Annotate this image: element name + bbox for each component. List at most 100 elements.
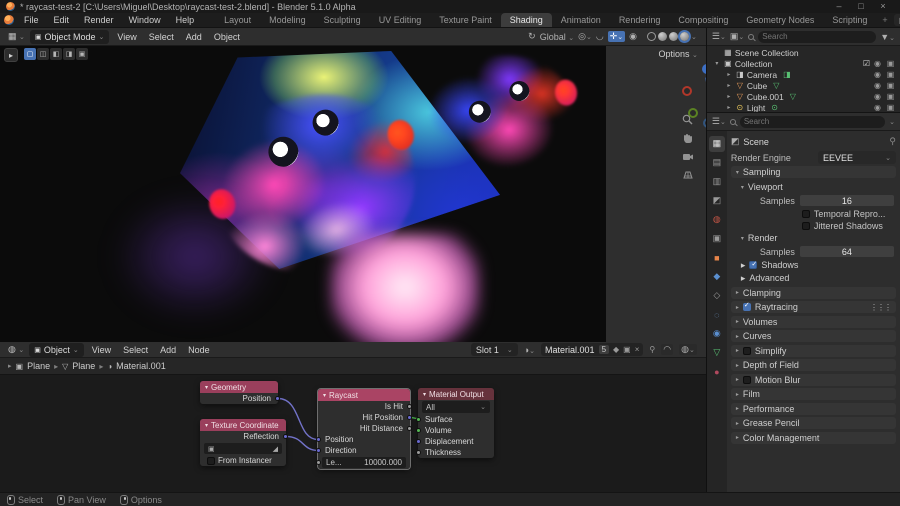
outliner-row[interactable]: Cube.001 ☑ ◉ ▣: [707, 91, 900, 102]
panel-checkbox[interactable]: [743, 376, 751, 384]
workspace-tab[interactable]: Animation: [552, 13, 610, 27]
transform-orientation-icon[interactable]: ↻: [528, 31, 536, 42]
breadcrumb-mesh[interactable]: Plane: [72, 361, 95, 371]
gizmo-z-plus[interactable]: [702, 64, 706, 74]
viewport-subpanel-header[interactable]: ▾Viewport: [731, 181, 896, 194]
properties-tab[interactable]: [709, 250, 725, 266]
viewport-menu-item[interactable]: Add: [180, 32, 208, 42]
properties-editor-icon[interactable]: ☰⌄: [712, 116, 726, 127]
expand-caret-icon[interactable]: [725, 71, 733, 78]
properties-panel[interactable]: ▸ Film ⋮⋮⋮: [731, 388, 896, 400]
properties-tab[interactable]: [709, 288, 725, 304]
material-slot-dropdown[interactable]: Slot 1⌄: [471, 343, 518, 356]
volume-socket[interactable]: [416, 428, 421, 433]
panel-checkbox[interactable]: [743, 303, 751, 311]
thickness-socket[interactable]: [416, 450, 421, 455]
camera-icon[interactable]: ▣: [885, 59, 896, 68]
collapse-arrow-icon[interactable]: ▸: [8, 362, 12, 370]
properties-options-icon[interactable]: ⌄: [889, 118, 895, 126]
camera-icon[interactable]: ▣: [885, 103, 896, 112]
topbar-menu-item[interactable]: Render: [77, 13, 121, 27]
jittered-shadows-checkbox[interactable]: [802, 222, 810, 230]
outliner-item-label[interactable]: Camera: [747, 70, 777, 80]
shader-editor-type-icon[interactable]: ◍ ⌄: [5, 344, 27, 355]
workspace-tab[interactable]: Sculpting: [315, 13, 370, 27]
workspace-tab[interactable]: Geometry Nodes: [737, 13, 823, 27]
orientation-dropdown[interactable]: Global ⌄: [540, 32, 574, 42]
minimize-button[interactable]: –: [828, 0, 850, 13]
rendered-shading-toggle[interactable]: [680, 32, 689, 41]
properties-panel[interactable]: ▸ Performance ⋮⋮⋮: [731, 403, 896, 415]
workspace-tab[interactable]: UV Editing: [370, 13, 431, 27]
outliner-collection-icon[interactable]: ▣⌄: [730, 31, 744, 42]
outliner-row[interactable]: Scene Collection ☑ ◉ ▣: [707, 47, 900, 58]
texture-coordinate-node[interactable]: ▾Texture Coordinate Reflection ▣ ◢ From …: [200, 419, 286, 466]
close-button[interactable]: ×: [872, 0, 894, 13]
shading-dropdown-icon[interactable]: ⌄: [691, 33, 697, 41]
fake-user-shield-icon[interactable]: ◆: [613, 345, 619, 354]
viewport-menu-item[interactable]: Select: [143, 32, 180, 42]
expand-caret-icon[interactable]: [725, 104, 733, 111]
topbar-menu-item[interactable]: Help: [169, 13, 202, 27]
hit-distance-socket[interactable]: [407, 426, 412, 431]
properties-tab[interactable]: [709, 174, 725, 190]
output-target-dropdown[interactable]: All⌄: [422, 401, 490, 413]
tool-option-2[interactable]: ◫: [37, 48, 49, 60]
hit-position-socket[interactable]: [407, 415, 412, 420]
eye-icon[interactable]: ◉: [872, 59, 883, 68]
eye-icon[interactable]: ◉: [872, 70, 883, 79]
from-instancer-checkbox[interactable]: [207, 457, 215, 465]
shader-menu-item[interactable]: Add: [154, 345, 182, 355]
ray-length-socket[interactable]: [316, 460, 321, 465]
reflection-socket[interactable]: [283, 434, 288, 439]
properties-tab[interactable]: [709, 136, 725, 152]
topbar-menu-item[interactable]: Edit: [47, 13, 77, 27]
ray-length-field[interactable]: Le... 10000.000: [322, 457, 406, 468]
workspace-tab[interactable]: Shading: [501, 13, 552, 27]
properties-panel[interactable]: ▸ Motion Blur ⋮⋮⋮: [731, 374, 896, 386]
tool-option-5[interactable]: ▣: [76, 48, 88, 60]
eye-icon[interactable]: ◉: [872, 103, 883, 112]
workspace-tab[interactable]: Layout: [215, 13, 260, 27]
mode-dropdown[interactable]: ▣ Object Mode⌄: [30, 30, 110, 44]
blender-menu-icon[interactable]: [4, 15, 14, 25]
outliner-item-label[interactable]: Cube: [747, 81, 767, 91]
new-material-icon[interactable]: ▣: [623, 345, 631, 354]
properties-panel[interactable]: ▸ Volumes ⋮⋮⋮: [731, 316, 896, 328]
pin-icon[interactable]: ⚲: [649, 345, 655, 354]
properties-search-input[interactable]: [740, 116, 885, 128]
properties-panel[interactable]: ▸ Color Management ⋮⋮⋮: [731, 432, 896, 444]
zoom-icon[interactable]: [682, 114, 693, 125]
displacement-socket[interactable]: [416, 439, 421, 444]
material-output-node[interactable]: ▾Material Output All⌄ Surface Volume Dis…: [418, 388, 494, 458]
outliner-search-input[interactable]: [758, 31, 876, 43]
expand-caret-icon[interactable]: [725, 93, 733, 100]
pivot-point-icon[interactable]: ◎⌄: [578, 31, 592, 42]
raycast-node[interactable]: ▾Raycast Is Hit Hit Position Hit Distanc…: [318, 389, 410, 469]
properties-tab[interactable]: [709, 193, 725, 209]
eye-icon[interactable]: ◉: [872, 81, 883, 90]
tool-option-3[interactable]: ◧: [50, 48, 62, 60]
viewport-menu-item[interactable]: Object: [208, 32, 246, 42]
workspace-tab[interactable]: +: [876, 13, 893, 27]
outliner-item-label[interactable]: Scene Collection: [735, 48, 799, 58]
3d-viewport[interactable]: ▸ ▢ ◫ ◧ ◨ ▣ Options ⌄: [0, 46, 706, 342]
expand-caret-icon[interactable]: [713, 60, 721, 67]
maximize-button[interactable]: □: [850, 0, 872, 13]
geometry-node[interactable]: ▾Geometry Position: [200, 381, 278, 404]
properties-panel[interactable]: ▸ Curves ⋮⋮⋮: [731, 330, 896, 342]
outliner-row[interactable]: Camera ☑ ◉ ▣: [707, 69, 900, 80]
options-dropdown[interactable]: Options ⌄: [658, 49, 697, 59]
breadcrumb-object[interactable]: Plane: [27, 361, 50, 371]
render-engine-dropdown[interactable]: EEVEE⌄: [818, 151, 896, 164]
topbar-menu-item[interactable]: File: [17, 13, 46, 27]
material-preview-toggle[interactable]: [669, 32, 678, 41]
eye-icon[interactable]: ◉: [872, 92, 883, 101]
direction-input-socket[interactable]: [316, 448, 321, 453]
pin-id-icon[interactable]: ⚲: [889, 136, 896, 147]
node-editor-canvas[interactable]: ▾Geometry Position ▾Texture Coordinate R…: [0, 375, 706, 492]
editor-type-icon[interactable]: ▦ ⌄: [5, 31, 28, 42]
outliner-item-label[interactable]: Cube.001: [747, 92, 784, 102]
properties-panel[interactable]: ▸ Clamping ⋮⋮⋮: [731, 287, 896, 299]
toggle-grid-icon[interactable]: [682, 170, 694, 180]
